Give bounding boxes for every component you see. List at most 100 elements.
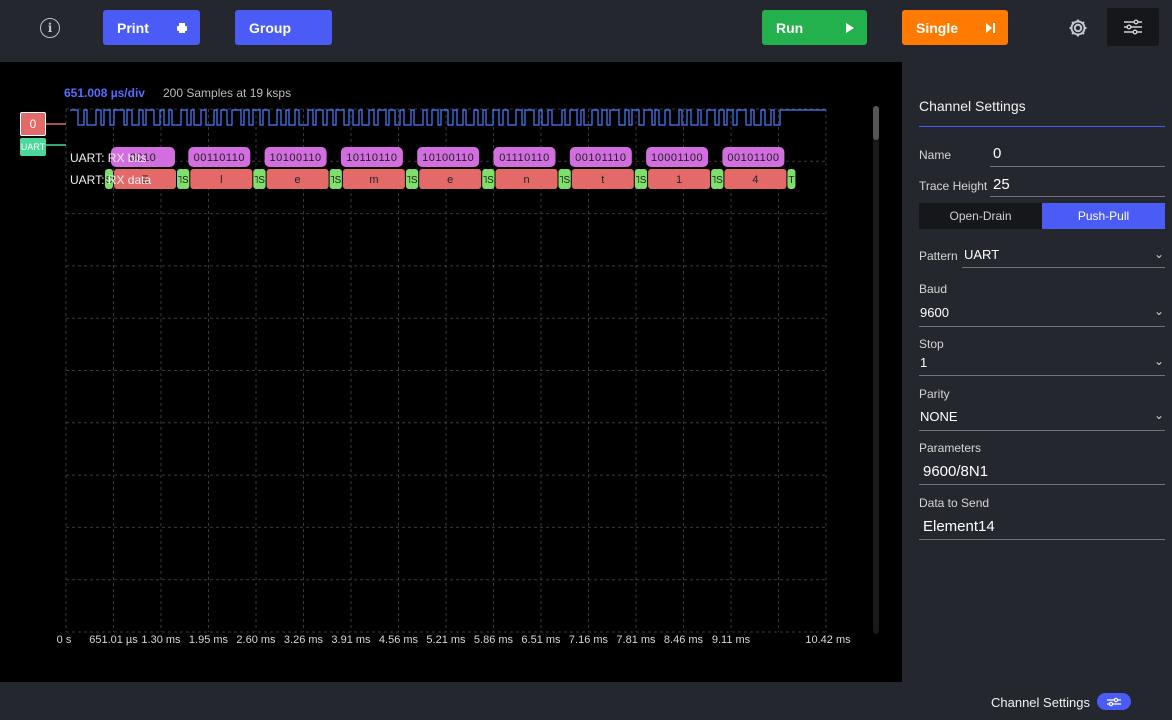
- print-button-label: Print: [117, 19, 149, 36]
- rx-data-char: l: [220, 174, 222, 186]
- rx-data-label: UART: RX data: [70, 173, 152, 187]
- digital-waveform: [70, 109, 826, 126]
- rx-data-char: e: [295, 174, 301, 186]
- chevron-down-icon[interactable]: ⌄: [1154, 304, 1164, 318]
- x-tick-label: 0 s: [56, 634, 72, 646]
- pattern-select[interactable]: UART: [964, 247, 999, 262]
- data-to-send-underline: [919, 539, 1165, 540]
- x-tick-label: 3.26 ms: [283, 634, 324, 646]
- x-tick-label: 651.01 µs: [89, 634, 138, 646]
- rx-start-bit-label: S: [563, 175, 570, 186]
- stop-label: Stop: [919, 337, 944, 351]
- bottom-bar: Channel Settings: [0, 682, 1172, 720]
- rx-bits-text: 00101110: [575, 152, 626, 164]
- parameters-label: Parameters: [919, 441, 982, 455]
- x-tick-label: 5.86 ms: [473, 634, 514, 646]
- open-drain-option[interactable]: Open-Drain: [919, 203, 1042, 229]
- single-button[interactable]: Single: [902, 10, 1008, 45]
- sliders-icon: [1124, 19, 1142, 35]
- channel-settings-toggle[interactable]: [1097, 693, 1131, 710]
- trace-height-field[interactable]: 25: [993, 176, 1010, 193]
- scrollbar-thumb[interactable]: [873, 106, 879, 140]
- parity-label: Parity: [919, 387, 950, 401]
- rx-bits-label: UART: RX bits: [70, 151, 147, 165]
- pattern-label: Pattern: [919, 249, 958, 263]
- rx-bits-text: 00110110: [194, 152, 245, 164]
- rx-bits-text: 00101100: [727, 152, 779, 164]
- run-button-label: Run: [776, 19, 804, 36]
- name-field-underline: [990, 166, 1165, 167]
- baud-select[interactable]: 9600: [920, 305, 949, 320]
- rx-bits-text: 10100110: [422, 152, 474, 164]
- rx-start-bit-label: S: [182, 175, 189, 186]
- sliders-icon: [1107, 697, 1121, 706]
- x-tick-label: 6.51 ms: [521, 634, 561, 646]
- parameters-field[interactable]: 9600/8N1: [923, 463, 988, 480]
- panel-title-underline: [919, 126, 1165, 127]
- name-label: Name: [919, 148, 952, 162]
- trace-height-label: Trace Height: [919, 179, 988, 193]
- parity-select[interactable]: NONE: [920, 409, 958, 424]
- drive-mode-toggle[interactable]: Open-Drain Push-Pull: [919, 203, 1165, 229]
- x-tick-label: 4.56 ms: [378, 634, 419, 646]
- x-tick-label: 3.91 ms: [331, 634, 371, 646]
- data-to-send-field[interactable]: Element14: [923, 518, 995, 535]
- channel-badge[interactable]: 0: [20, 112, 46, 136]
- info-icon[interactable]: i: [40, 18, 60, 38]
- rx-data-char: 1: [676, 174, 682, 186]
- rx-bits-text: 10100110: [270, 152, 322, 164]
- push-pull-option[interactable]: Push-Pull: [1042, 203, 1165, 229]
- name-field[interactable]: 0: [993, 145, 1001, 162]
- baud-label: Baud: [919, 282, 948, 296]
- x-tick-label: 10.42 ms: [805, 634, 851, 646]
- baud-underline: [919, 326, 1165, 327]
- gear-icon[interactable]: [1066, 16, 1090, 40]
- scope-view[interactable]: 651.008 µs/div 200 Samples at 19 ksps 00…: [0, 62, 902, 682]
- rx-start-bit-label: S: [258, 175, 265, 186]
- channel-settings-toggle-label: Channel Settings: [991, 695, 1091, 710]
- run-button[interactable]: Run: [762, 10, 867, 45]
- rx-bits-text: 01110110: [499, 152, 550, 164]
- chevron-down-icon[interactable]: ⌄: [1154, 247, 1164, 261]
- rx-start-bit-label: S: [716, 175, 723, 186]
- x-tick-label: 1.30 ms: [141, 634, 181, 646]
- stop-select[interactable]: 1: [920, 355, 927, 370]
- rx-bits-text: 10001100: [651, 152, 703, 164]
- chevron-down-icon[interactable]: ⌄: [1154, 354, 1164, 368]
- data-to-send-label: Data to Send: [919, 496, 990, 510]
- channel-settings-panel: Channel Settings Name 0 Trace Height 25 …: [902, 62, 1172, 682]
- uart-badge[interactable]: UART: [20, 138, 46, 156]
- rx-start-bit-label: S: [335, 175, 342, 186]
- x-tick-label: 8.46 ms: [663, 634, 704, 646]
- printer-icon: [176, 10, 188, 45]
- chevron-down-icon[interactable]: ⌄: [1154, 408, 1164, 422]
- panel-title: Channel Settings: [919, 98, 1026, 114]
- x-tick-label: 1.95 ms: [188, 634, 229, 646]
- rx-start-bit-label: S: [640, 175, 647, 186]
- x-tick-label: 7.16 ms: [568, 634, 609, 646]
- vertical-scrollbar[interactable]: [873, 106, 879, 634]
- print-button[interactable]: Print: [103, 10, 200, 45]
- settings-sliders-button[interactable]: [1107, 8, 1159, 46]
- single-button-label: Single: [916, 19, 959, 36]
- play-icon: [845, 10, 855, 45]
- x-tick-label: 2.60 ms: [236, 634, 276, 646]
- x-tick-label: 9.11 ms: [711, 634, 751, 646]
- rx-start-bit-label: S: [487, 175, 494, 186]
- rx-bits-text: 10110110: [346, 152, 397, 164]
- top-toolbar: i Print Group Run Single: [0, 0, 1172, 62]
- parity-underline: [919, 430, 1165, 431]
- x-tick-label: 5.21 ms: [426, 634, 466, 646]
- rx-data-char: t: [601, 174, 604, 186]
- rx-stop-bit-label: T: [788, 175, 794, 186]
- rx-data-char: n: [523, 174, 529, 186]
- group-button-label: Group: [249, 19, 291, 36]
- x-tick-label: 7.81 ms: [616, 634, 656, 646]
- rx-data-char: m: [369, 174, 378, 186]
- skip-forward-icon: [985, 10, 996, 45]
- trace-height-underline: [990, 196, 1165, 197]
- group-button[interactable]: Group: [235, 10, 332, 45]
- rx-start-bit-label: S: [411, 175, 418, 186]
- parameters-underline: [919, 484, 1165, 485]
- pattern-underline: [962, 267, 1165, 268]
